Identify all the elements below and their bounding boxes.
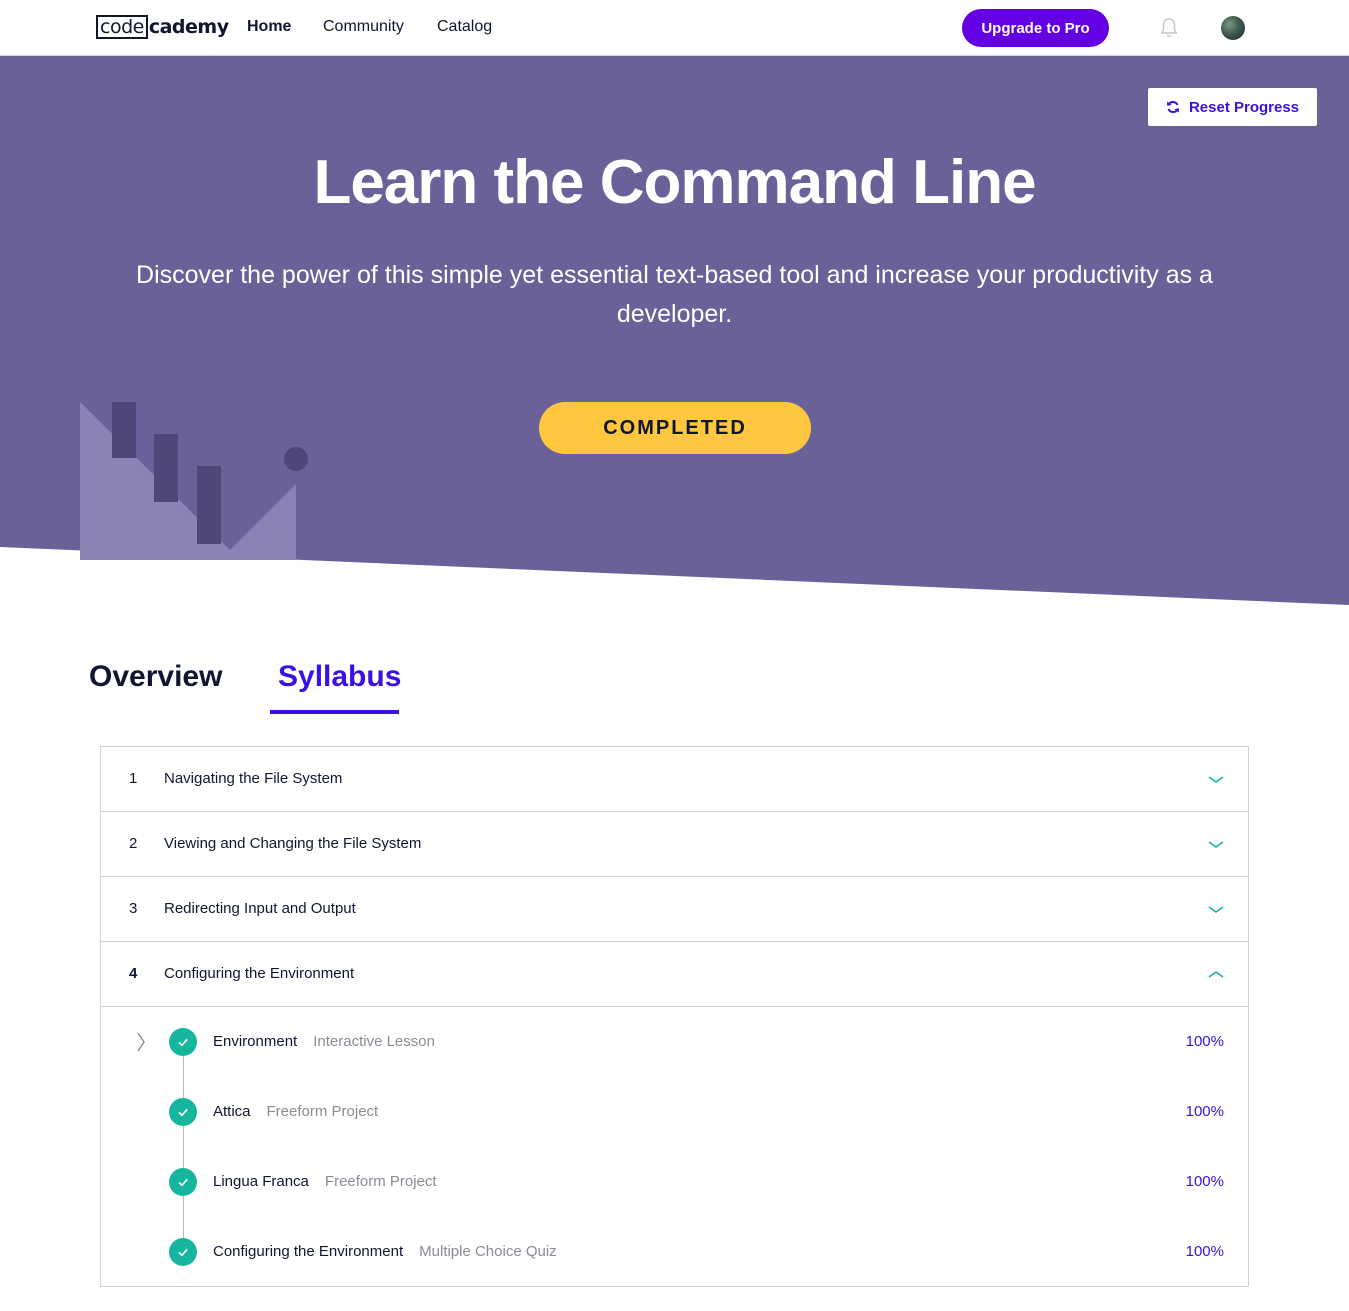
lesson-name[interactable]: Lingua Franca bbox=[213, 1173, 309, 1190]
nav-community-link[interactable]: Community bbox=[323, 18, 404, 36]
lesson-type: Freeform Project bbox=[324, 1173, 437, 1190]
lesson-name[interactable]: Attica bbox=[213, 1103, 251, 1120]
reset-progress-label: Reset Progress bbox=[1188, 98, 1300, 116]
logo-box-text: code bbox=[96, 15, 148, 39]
module-row-expanded[interactable]: 4 Configuring the Environment bbox=[101, 942, 1248, 1007]
lesson-name[interactable]: Configuring the Environment bbox=[213, 1243, 403, 1260]
chevron-right-icon bbox=[137, 1032, 145, 1052]
course-description: Discover the power of this simple yet es… bbox=[136, 261, 1213, 328]
lesson-row[interactable]: Attica Freeform Project 100% bbox=[101, 1092, 1248, 1132]
active-tab-indicator bbox=[270, 710, 399, 714]
course-title: Learn the Command Line bbox=[313, 148, 1036, 217]
chevron-down-icon[interactable] bbox=[1207, 773, 1225, 785]
module-number: 4 bbox=[129, 965, 138, 982]
chevron-down-icon[interactable] bbox=[1207, 838, 1225, 850]
module-row[interactable]: 1 Navigating the File System bbox=[101, 747, 1248, 812]
module-number: 1 bbox=[129, 770, 138, 787]
module-number: 2 bbox=[129, 835, 138, 852]
lesson-progress: 100% bbox=[1185, 1033, 1224, 1050]
logo-rest-text: cademy bbox=[148, 16, 229, 38]
lesson-type: Freeform Project bbox=[266, 1103, 379, 1120]
lesson-type: Interactive Lesson bbox=[313, 1033, 435, 1050]
lesson-name[interactable]: Environment bbox=[213, 1033, 297, 1050]
nav-home-link[interactable]: Home bbox=[247, 18, 291, 36]
codecademy-logo[interactable]: code cademy bbox=[96, 14, 229, 40]
lesson-row[interactable]: Environment Interactive Lesson 100% bbox=[101, 1022, 1248, 1062]
tab-syllabus[interactable]: Syllabus bbox=[278, 660, 401, 694]
syllabus-list: 1 Navigating the File System 2 Viewing a… bbox=[100, 746, 1249, 1287]
lesson-progress: 100% bbox=[1185, 1173, 1224, 1190]
bell-icon[interactable] bbox=[1159, 17, 1179, 39]
module-title: Redirecting Input and Output bbox=[164, 900, 356, 917]
user-avatar[interactable] bbox=[1221, 16, 1245, 40]
check-icon bbox=[169, 1238, 197, 1266]
lesson-row[interactable]: Lingua Franca Freeform Project 100% bbox=[101, 1162, 1248, 1202]
module-title: Configuring the Environment bbox=[164, 965, 355, 982]
lesson-timeline bbox=[183, 1042, 184, 1254]
module-title: Viewing and Changing the File System bbox=[164, 835, 422, 852]
lesson-progress: 100% bbox=[1185, 1243, 1224, 1260]
lesson-row[interactable]: Configuring the Environment Multiple Choi… bbox=[101, 1232, 1248, 1272]
lesson-progress: 100% bbox=[1185, 1103, 1224, 1120]
check-icon bbox=[169, 1028, 197, 1056]
nav-catalog-link[interactable]: Catalog bbox=[437, 18, 492, 36]
top-nav: code cademy Home Community Catalog Upgra… bbox=[0, 0, 1349, 56]
module-row[interactable]: 2 Viewing and Changing the File System bbox=[101, 812, 1248, 877]
chevron-down-icon[interactable] bbox=[1207, 903, 1225, 915]
lesson-type: Multiple Choice Quiz bbox=[419, 1243, 557, 1260]
reset-progress-button[interactable]: Reset Progress bbox=[1148, 88, 1317, 126]
completed-status-button[interactable]: COMPLETED bbox=[539, 402, 811, 454]
check-icon bbox=[169, 1098, 197, 1126]
tab-overview[interactable]: Overview bbox=[89, 660, 222, 694]
upgrade-to-pro-button[interactable]: Upgrade to Pro bbox=[962, 9, 1109, 47]
module-number: 3 bbox=[129, 900, 138, 917]
refresh-icon bbox=[1166, 100, 1179, 114]
module-title: Navigating the File System bbox=[164, 770, 343, 787]
module-row[interactable]: 3 Redirecting Input and Output bbox=[101, 877, 1248, 942]
chevron-up-icon[interactable] bbox=[1207, 968, 1225, 980]
check-icon bbox=[169, 1168, 197, 1196]
